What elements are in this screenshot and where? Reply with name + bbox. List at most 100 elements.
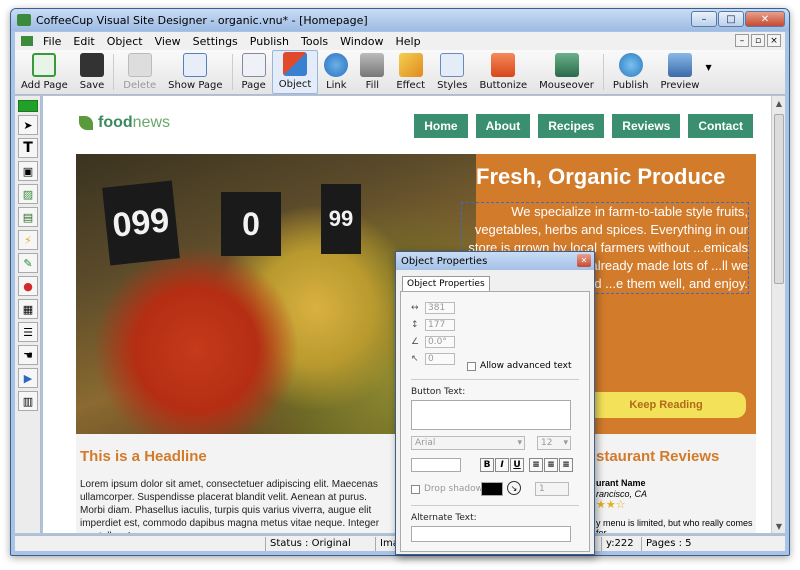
link-button[interactable]: Link	[318, 50, 354, 94]
shadow-direction-icon[interactable]: ↘	[507, 481, 521, 495]
alternate-text-field[interactable]	[411, 526, 571, 542]
section-headline[interactable]: This is a Headline	[80, 448, 207, 465]
shape-tool-icon[interactable]: ●	[18, 276, 38, 296]
form-tool-icon[interactable]: ▦	[18, 299, 38, 319]
dialog-title[interactable]: Object Properties	[396, 252, 594, 270]
show-page-button[interactable]: Show Page	[162, 50, 228, 94]
angle-field[interactable]: 0.0°	[425, 336, 455, 348]
add-page-button[interactable]: Add Page	[15, 50, 74, 94]
hand-tool-icon[interactable]: ☚	[18, 345, 38, 365]
maximize-button[interactable]: □	[718, 11, 744, 27]
review-name: urant Name	[596, 478, 646, 488]
styles-icon	[440, 53, 465, 77]
menu-edit[interactable]: Edit	[67, 35, 100, 48]
alternate-text-label: Alternate Text:	[411, 513, 477, 523]
menu-publish[interactable]: Publish	[244, 35, 295, 48]
drop-shadow-checkbox[interactable]	[411, 484, 420, 494]
menu-help[interactable]: Help	[390, 35, 427, 48]
app-logo-icon	[17, 14, 31, 26]
scroll-up-icon[interactable]: ▲	[772, 96, 786, 110]
bold-button[interactable]: B	[480, 458, 494, 472]
mdi-close-button[interactable]: ×	[767, 34, 781, 47]
minimize-button[interactable]: –	[691, 11, 717, 27]
button-text-field[interactable]	[411, 400, 571, 430]
html-tool-icon[interactable]: ▤	[18, 207, 38, 227]
font-select[interactable]: Arial ▾	[411, 436, 525, 450]
advanced-text-checkbox[interactable]	[467, 361, 476, 371]
shadow-distance-stepper[interactable]: 1	[535, 482, 569, 496]
shadow-color-swatch[interactable]	[481, 482, 503, 496]
nav-about[interactable]: About	[475, 114, 531, 138]
page-button[interactable]: Page	[236, 50, 272, 94]
site-logo: food news	[79, 114, 170, 132]
close-button[interactable]: ✕	[745, 11, 785, 27]
menu-file[interactable]: File	[37, 35, 67, 48]
mdi-minimize-button[interactable]: –	[735, 34, 749, 47]
menu-settings[interactable]: Settings	[187, 35, 244, 48]
buttonize-button[interactable]: Buttonize	[473, 50, 533, 94]
dialog-close-button[interactable]: ✕	[577, 254, 591, 267]
save-button[interactable]: Save	[74, 50, 111, 94]
italic-button[interactable]: I	[495, 458, 509, 472]
delete-button[interactable]: Delete	[117, 50, 162, 94]
mdi-restore-button[interactable]: ▫	[751, 34, 765, 47]
page-icon	[241, 53, 266, 77]
nav-reviews[interactable]: Reviews	[612, 114, 681, 138]
nav-contact[interactable]: Contact	[688, 114, 753, 138]
width-field[interactable]: 381	[425, 302, 455, 314]
link-icon	[324, 53, 349, 77]
price-sign: 99	[321, 184, 361, 254]
object-button[interactable]: Object	[271, 50, 319, 94]
body-text[interactable]: Lorem ipsum dolor sit amet, consectetuer…	[80, 478, 390, 533]
calendar-tool-icon[interactable]: ▥	[18, 391, 38, 411]
underline-button[interactable]: U	[510, 458, 524, 472]
status-text: Status : Original	[265, 536, 375, 551]
price-sign: 099	[102, 180, 180, 266]
text-tool-icon[interactable]: T	[18, 138, 38, 158]
text-color-swatch[interactable]	[411, 458, 461, 472]
fill-button[interactable]: Fill	[354, 50, 390, 94]
image-tool-icon[interactable]: ▣	[18, 161, 38, 181]
pointer-tool-icon[interactable]: ➤	[18, 115, 38, 135]
status-y: y:222	[601, 536, 641, 551]
reviews-title[interactable]: staurant Reviews	[596, 448, 719, 465]
hero-title[interactable]: Fresh, Organic Produce	[476, 164, 725, 190]
mouseover-button[interactable]: Mouseover	[533, 50, 600, 94]
menu-object[interactable]: Object	[101, 35, 149, 48]
photo-tool-icon[interactable]: ▨	[18, 184, 38, 204]
table-tool-icon[interactable]: ☰	[18, 322, 38, 342]
preview-dropdown-arrow-icon[interactable]: ▼	[705, 63, 711, 72]
styles-button[interactable]: Styles	[431, 50, 473, 94]
height-field[interactable]: 177	[425, 319, 455, 331]
align-right-icon[interactable]: ≡	[559, 458, 573, 472]
window-title: CoffeeCup Visual Site Designer - organic…	[36, 13, 368, 27]
effect-button[interactable]: Effect	[390, 50, 431, 94]
menu-window[interactable]: Window	[334, 35, 389, 48]
flash-tool-icon[interactable]: ⚡	[18, 230, 38, 250]
mouseover-icon	[554, 53, 579, 77]
align-left-icon[interactable]: ≡	[529, 458, 543, 472]
skew-icon: ↖	[411, 354, 419, 364]
keep-reading-button[interactable]: Keep Reading	[586, 392, 746, 418]
show-page-icon	[183, 53, 208, 77]
scroll-down-icon[interactable]: ▼	[772, 519, 786, 533]
menu-bar: File Edit Object View Settings Publish T…	[15, 32, 785, 50]
tab-object-properties[interactable]: Object Properties	[402, 276, 490, 292]
menu-tools[interactable]: Tools	[295, 35, 334, 48]
tool-palette: ➤ T ▣ ▨ ▤ ⚡ ✎ ● ▦ ☰ ☚ ▶ ▥	[15, 96, 41, 533]
color-swatch[interactable]	[18, 100, 38, 112]
nav-recipes[interactable]: Recipes	[538, 114, 605, 138]
font-size-select[interactable]: 12 ▾	[537, 436, 571, 450]
object-properties-dialog[interactable]: Object Properties ✕ Object Properties ↔ 3…	[395, 251, 595, 555]
skew-field[interactable]: 0	[425, 353, 455, 365]
vertical-scrollbar[interactable]: ▲ ▼	[771, 96, 785, 533]
nav-home[interactable]: Home	[414, 114, 468, 138]
video-tool-icon[interactable]: ▶	[18, 368, 38, 388]
align-center-icon[interactable]: ≡	[544, 458, 558, 472]
preview-button[interactable]: Preview	[655, 50, 706, 94]
scroll-thumb[interactable]	[774, 114, 784, 284]
button-text-label: Button Text:	[411, 387, 466, 397]
menu-view[interactable]: View	[149, 35, 187, 48]
publish-button[interactable]: Publish	[607, 50, 655, 94]
pen-tool-icon[interactable]: ✎	[18, 253, 38, 273]
